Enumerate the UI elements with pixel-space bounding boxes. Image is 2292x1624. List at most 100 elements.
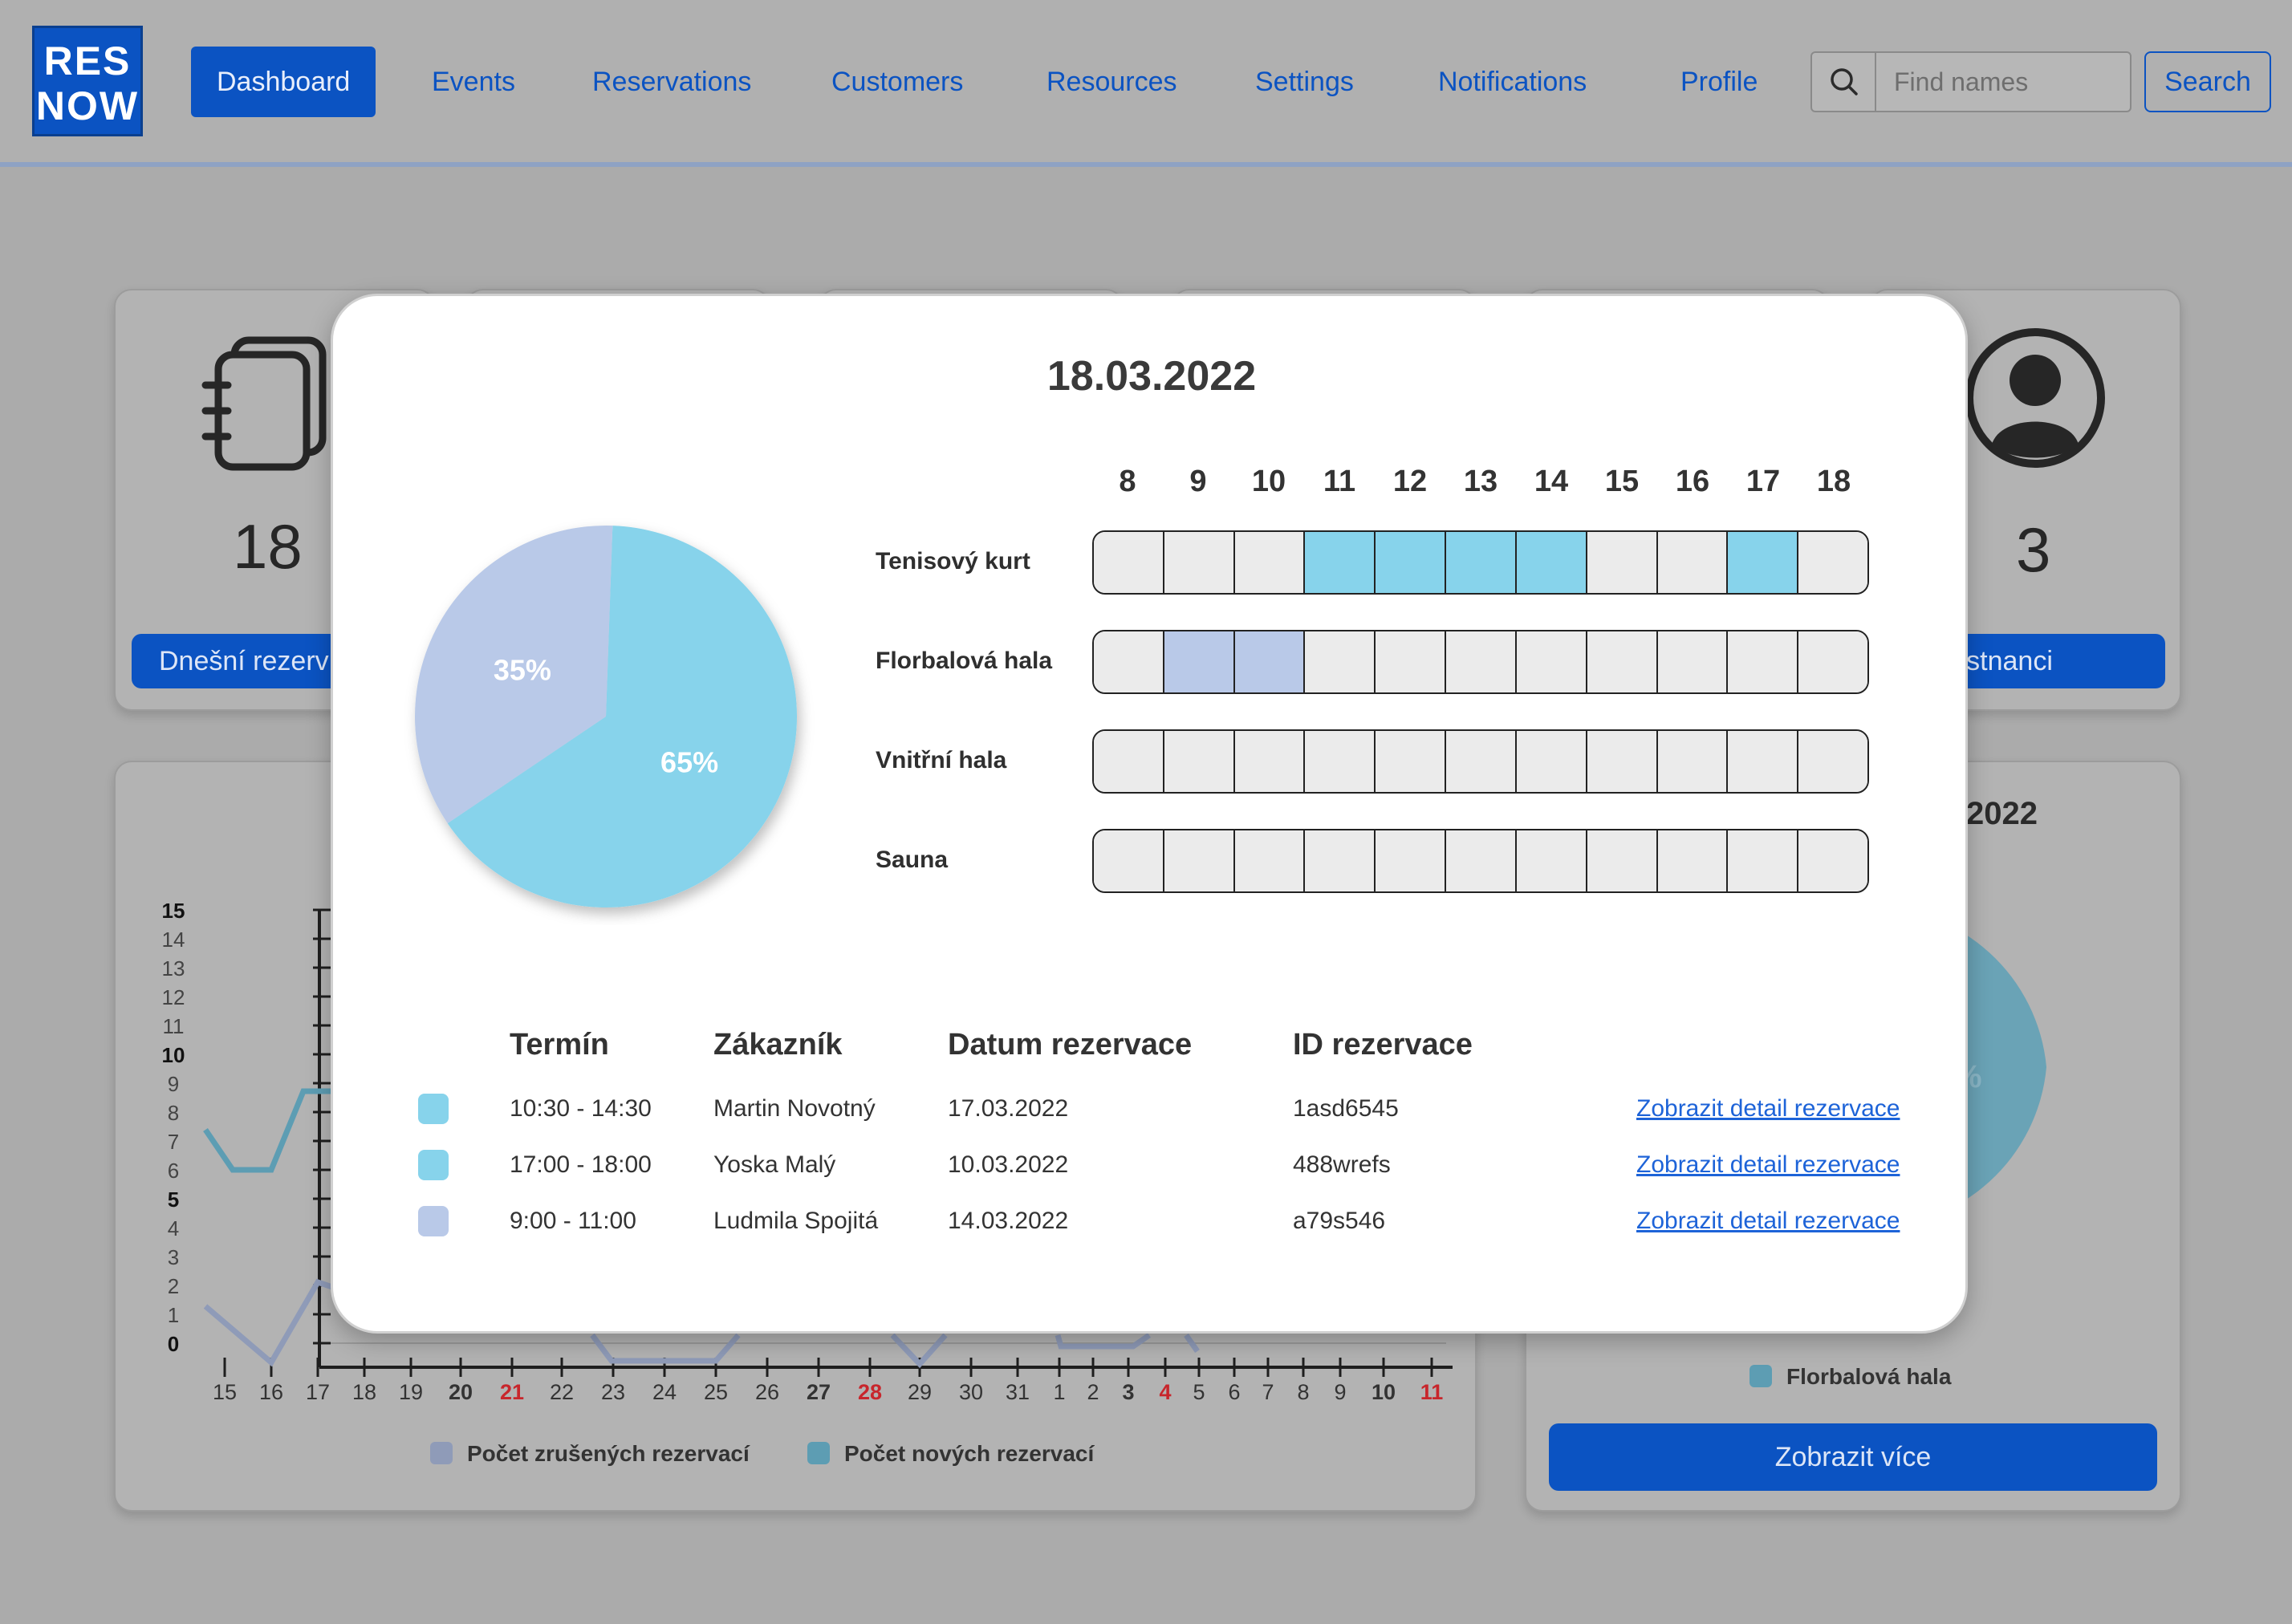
x-tick-label: 3	[1122, 1380, 1134, 1404]
time-slot[interactable]	[1516, 631, 1587, 692]
time-slot[interactable]	[1728, 830, 1799, 891]
resource-timeline	[1092, 829, 1869, 893]
x-tick-label: 25	[704, 1380, 728, 1404]
time-slot[interactable]	[1234, 631, 1306, 692]
col-header-term: Termín	[510, 1028, 609, 1062]
cell-date: 17.03.2022	[948, 1095, 1069, 1122]
resource-timeline	[1092, 530, 1869, 595]
x-tick-label: 18	[352, 1380, 376, 1404]
time-slot[interactable]	[1094, 532, 1164, 593]
x-tick-label: 23	[601, 1380, 625, 1404]
legend-cancelled-swatch	[430, 1442, 453, 1464]
time-slot[interactable]	[1516, 731, 1587, 792]
stat-employees-value: 3	[2016, 514, 2051, 585]
x-tick-label: 30	[959, 1380, 983, 1404]
time-slot[interactable]	[1798, 731, 1867, 792]
time-slot[interactable]	[1376, 631, 1447, 692]
hour-label-18: 18	[1816, 465, 1851, 498]
y-tick-label: 9	[168, 1072, 179, 1096]
time-slot[interactable]	[1728, 631, 1799, 692]
legend-cancelled-label: Počet zrušených rezervací	[467, 1441, 750, 1466]
search-icon[interactable]	[1812, 53, 1876, 111]
hour-label-11: 11	[1323, 465, 1356, 498]
resource-timeline	[1092, 729, 1869, 794]
show-more-button[interactable]: Zobrazit více	[1549, 1423, 2157, 1491]
col-header-id: ID rezervace	[1293, 1028, 1473, 1062]
reservation-detail-link[interactable]: Zobrazit detail rezervace	[1636, 1151, 1900, 1179]
x-tick-label: 1	[1053, 1380, 1065, 1404]
time-slot[interactable]	[1587, 631, 1658, 692]
time-slot[interactable]	[1798, 631, 1867, 692]
time-slot[interactable]	[1305, 830, 1376, 891]
time-slot[interactable]	[1234, 830, 1306, 891]
hour-label-9: 9	[1189, 465, 1207, 498]
time-slot[interactable]	[1587, 532, 1658, 593]
nav-item-events[interactable]: Events	[432, 47, 515, 117]
time-slot[interactable]	[1234, 532, 1306, 593]
time-slot[interactable]	[1376, 731, 1447, 792]
reservation-detail-link[interactable]: Zobrazit detail rezervace	[1636, 1095, 1900, 1123]
time-slot[interactable]	[1234, 731, 1306, 792]
time-slot[interactable]	[1798, 532, 1867, 593]
time-slot[interactable]	[1164, 731, 1235, 792]
time-slot[interactable]	[1446, 830, 1517, 891]
time-slot[interactable]	[1657, 731, 1729, 792]
time-slot[interactable]	[1446, 631, 1517, 692]
row-color-swatch	[418, 1094, 449, 1124]
time-slot[interactable]	[1657, 631, 1729, 692]
time-slot[interactable]	[1587, 731, 1658, 792]
cell-id: 1asd6545	[1293, 1095, 1399, 1122]
time-slot[interactable]	[1164, 631, 1235, 692]
nav-item-profile[interactable]: Profile	[1680, 47, 1758, 117]
time-slot[interactable]	[1376, 532, 1447, 593]
time-slot[interactable]	[1516, 830, 1587, 891]
time-slot[interactable]	[1728, 532, 1799, 593]
pie-slice-label-1: 35%	[494, 653, 551, 686]
time-slot[interactable]	[1305, 532, 1376, 593]
hour-label-15: 15	[1604, 465, 1640, 498]
time-slot[interactable]	[1164, 532, 1235, 593]
cell-date: 14.03.2022	[948, 1208, 1069, 1234]
time-slot[interactable]	[1164, 830, 1235, 891]
time-slot[interactable]	[1657, 830, 1729, 891]
x-tick-label: 16	[259, 1380, 283, 1404]
x-tick-label: 6	[1228, 1380, 1240, 1404]
search-button[interactable]: Search	[2144, 51, 2271, 112]
reservation-detail-link[interactable]: Zobrazit detail rezervace	[1636, 1208, 1900, 1235]
time-slot[interactable]	[1094, 830, 1164, 891]
nav-item-customers[interactable]: Customers	[831, 47, 963, 117]
time-slot[interactable]	[1516, 532, 1587, 593]
search-box	[1810, 51, 2131, 112]
nav-item-notifications[interactable]: Notifications	[1438, 47, 1587, 117]
time-slot[interactable]	[1376, 830, 1447, 891]
time-slot[interactable]	[1446, 731, 1517, 792]
y-tick-label: 11	[163, 1014, 185, 1038]
x-tick-label: 10	[1372, 1380, 1396, 1404]
notebook-icon	[201, 336, 327, 471]
x-tick-label: 9	[1334, 1380, 1346, 1404]
app-logo[interactable]: RES NOW	[32, 26, 143, 136]
nav-item-dashboard[interactable]: Dashboard	[191, 47, 376, 117]
legend-cancelled: Počet zrušených rezervací	[430, 1441, 750, 1467]
modal-date: 18.03.2022	[1046, 353, 1257, 400]
time-slot[interactable]	[1094, 631, 1164, 692]
resource-label: Tenisový kurt	[876, 548, 1030, 574]
nav-item-settings[interactable]: Settings	[1255, 47, 1354, 117]
time-slot[interactable]	[1094, 731, 1164, 792]
time-slot[interactable]	[1305, 731, 1376, 792]
cell-term: 10:30 - 14:30	[510, 1095, 652, 1122]
nav-item-reservations[interactable]: Reservations	[592, 47, 751, 117]
time-slot[interactable]	[1587, 830, 1658, 891]
series-cancelled-line-end	[1055, 1333, 1152, 1350]
search-input[interactable]	[1878, 53, 2130, 111]
nav-item-resources[interactable]: Resources	[1046, 47, 1177, 117]
resource-legend-label: Florbalová hala	[1786, 1364, 1952, 1389]
time-slot[interactable]	[1657, 532, 1729, 593]
time-slot[interactable]	[1446, 532, 1517, 593]
x-tick-label: 4	[1159, 1380, 1171, 1404]
col-header-customer: Zákazník	[713, 1028, 843, 1062]
time-slot[interactable]	[1305, 631, 1376, 692]
x-tick-label: 26	[755, 1380, 779, 1404]
time-slot[interactable]	[1798, 830, 1867, 891]
time-slot[interactable]	[1728, 731, 1799, 792]
